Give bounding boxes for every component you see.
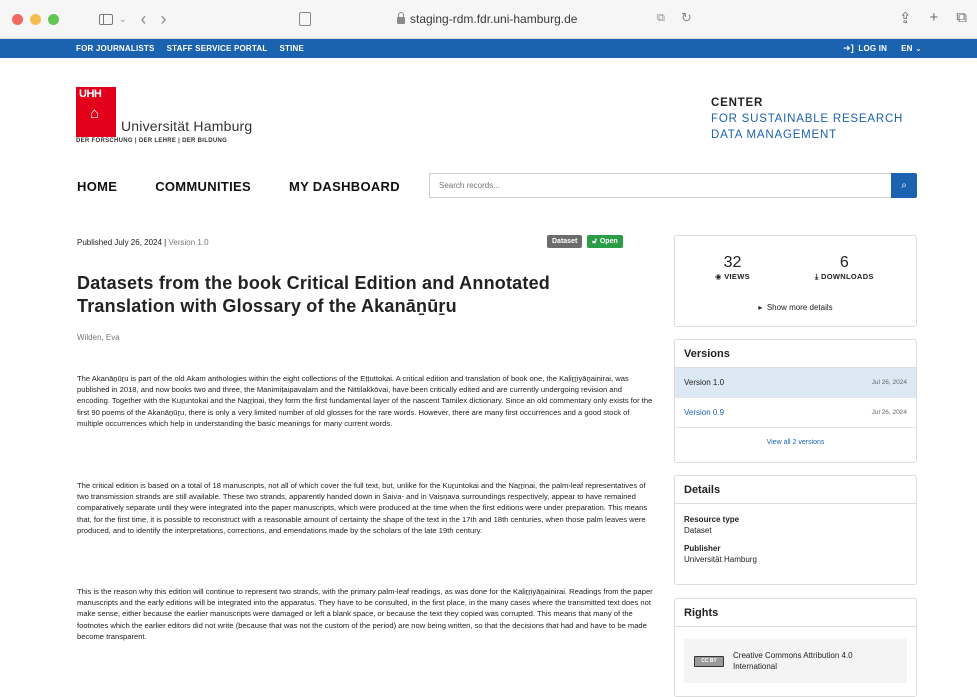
utility-bar: FOR JOURNALISTS STAFF SERVICE PORTAL STI…: [0, 39, 977, 58]
main-nav: HOME COMMUNITIES MY DASHBOARD: [77, 179, 400, 194]
license-name-line2: International: [733, 662, 778, 671]
description-paragraph: The Akanāṉūṟu is part of the old Akam an…: [77, 374, 653, 428]
link-stine[interactable]: STINE: [279, 44, 304, 53]
center-title: CENTER FOR SUSTAINABLE RESEARCH DATA MAN…: [711, 95, 903, 143]
versions-title: Versions: [675, 340, 916, 368]
chevron-down-icon[interactable]: ⌄: [119, 14, 127, 25]
views-count: 32: [723, 254, 742, 271]
details-card: Details Resource type Dataset Publisher …: [674, 475, 917, 585]
url-text: staging-rdm.fdr.uni-hamburg.de: [410, 12, 578, 26]
version-label: Version 1.0: [684, 378, 725, 387]
caret-right-icon: ▸: [758, 303, 763, 312]
close-window-button[interactable]: [12, 13, 23, 25]
login-button[interactable]: ➜] LOG IN: [843, 43, 887, 54]
resource-type-label: Resource type: [684, 515, 740, 524]
show-more-label: Show more details: [766, 303, 833, 312]
search-button[interactable]: ⌕: [891, 173, 917, 198]
lock-icon: [397, 12, 405, 24]
search-icon: ⌕: [901, 180, 907, 191]
version-date: Jul 26, 2024: [871, 379, 907, 386]
center-title-line2: FOR SUSTAINABLE RESEARCH: [711, 113, 904, 125]
tab-overview-icon[interactable]: ⧉: [956, 9, 967, 27]
rights-card: Rights CC BY Creative Commons Attributio…: [674, 598, 917, 697]
translate-icon[interactable]: ⧉: [657, 12, 665, 25]
reload-icon[interactable]: ↻: [681, 10, 692, 26]
address-bar[interactable]: staging-rdm.fdr.uni-hamburg.de: [397, 12, 577, 26]
description-paragraph: The critical edition is based on a total…: [77, 481, 648, 535]
browser-toolbar: ⌄ ‹ › staging-rdm.fdr.uni-hamburg.de ⧉ ↻…: [0, 0, 977, 39]
views-label: VIEWS: [724, 272, 750, 281]
version-link[interactable]: Version 0.9: [684, 408, 724, 417]
eye-icon: ◉: [715, 272, 722, 281]
record-author[interactable]: Wilden, Eva: [77, 333, 120, 342]
unlock-icon: 🔓︎: [592, 237, 597, 245]
link-staff-service-portal[interactable]: STAFF SERVICE PORTAL: [167, 44, 268, 53]
university-tagline: DER FORSCHUNG | DER LEHRE | DER BILDUNG: [76, 138, 228, 144]
license-item[interactable]: CC BY Creative Commons Attribution 4.0 I…: [684, 639, 907, 683]
sidebar-toggle-icon[interactable]: [99, 13, 113, 25]
show-more-details[interactable]: ▸ Show more details: [675, 303, 916, 312]
search-input[interactable]: [429, 173, 891, 198]
publisher-label: Publisher: [684, 544, 721, 553]
version-row[interactable]: Version 1.0 Jul 26, 2024: [675, 368, 916, 398]
view-all-versions-link[interactable]: View all 2 versions: [675, 428, 916, 446]
language-label: EN: [901, 44, 913, 53]
record-badges: Dataset 🔓︎ Open: [547, 235, 623, 248]
center-title-line1: CENTER: [711, 97, 764, 109]
minimize-window-button[interactable]: [30, 13, 41, 25]
nav-my-dashboard[interactable]: MY DASHBOARD: [289, 179, 400, 194]
version-row[interactable]: Version 0.9 Jul 26, 2024: [675, 398, 916, 428]
dataset-badge: Dataset: [547, 235, 583, 248]
forward-arrow-icon[interactable]: ›: [161, 10, 167, 28]
description-paragraph: This is the reason why this edition will…: [77, 587, 653, 641]
nav-communities[interactable]: COMMUNITIES: [155, 179, 251, 194]
open-label: Open: [599, 238, 618, 245]
downloads-stat: 6 ⤓ DOWNLOADS: [815, 254, 874, 282]
license-name-line1: Creative Commons Attribution 4.0: [733, 651, 853, 660]
link-for-journalists[interactable]: FOR JOURNALISTS: [76, 44, 155, 53]
search-bar: ⌕: [429, 173, 917, 198]
downloads-count: 6: [839, 254, 849, 271]
published-date: Published July 26, 2024: [77, 238, 162, 247]
publication-info: Published July 26, 2024 | Version 1.0: [77, 238, 209, 247]
rights-title: Rights: [675, 599, 916, 627]
uhh-logo-mark: UHH ⌂: [76, 87, 116, 137]
language-selector[interactable]: EN ⌄: [901, 44, 922, 53]
center-title-line3: DATA MANAGEMENT: [711, 129, 837, 141]
login-icon: ➜]: [842, 43, 854, 53]
publisher-value: Universität Hamburg: [684, 555, 757, 564]
views-stat: 32 ◉ VIEWS: [715, 254, 750, 281]
nav-home[interactable]: HOME: [77, 179, 117, 194]
university-name: Universität Hamburg: [121, 118, 253, 134]
building-icon: ⌂: [90, 105, 100, 122]
uhh-letters: UHH: [79, 88, 102, 100]
stats-card: 32 ◉ VIEWS 6 ⤓ DOWNLOADS ▸ Show more det…: [674, 235, 917, 327]
new-tab-icon[interactable]: +: [930, 9, 939, 27]
open-access-badge: 🔓︎ Open: [587, 235, 623, 248]
resource-type-value: Dataset: [684, 526, 712, 535]
versions-card: Versions Version 1.0 Jul 26, 2024 Versio…: [674, 339, 917, 463]
version-label: Version 1.0: [168, 238, 209, 247]
version-date: Jul 26, 2024: [871, 409, 907, 416]
details-title: Details: [675, 476, 916, 504]
downloads-label: DOWNLOADS: [821, 272, 874, 281]
back-arrow-icon[interactable]: ‹: [141, 10, 147, 28]
login-label: LOG IN: [858, 44, 888, 53]
cc-license-icon: CC BY: [694, 655, 724, 667]
zoom-window-button[interactable]: [48, 13, 59, 25]
page-icon: [299, 12, 311, 26]
record-title: Datasets from the book Critical Edition …: [77, 273, 550, 316]
download-icon: ⤓: [815, 272, 819, 281]
share-icon[interactable]: ⇪: [899, 9, 912, 27]
window-controls: [12, 13, 59, 25]
chevron-down-icon: ⌄: [915, 44, 922, 53]
